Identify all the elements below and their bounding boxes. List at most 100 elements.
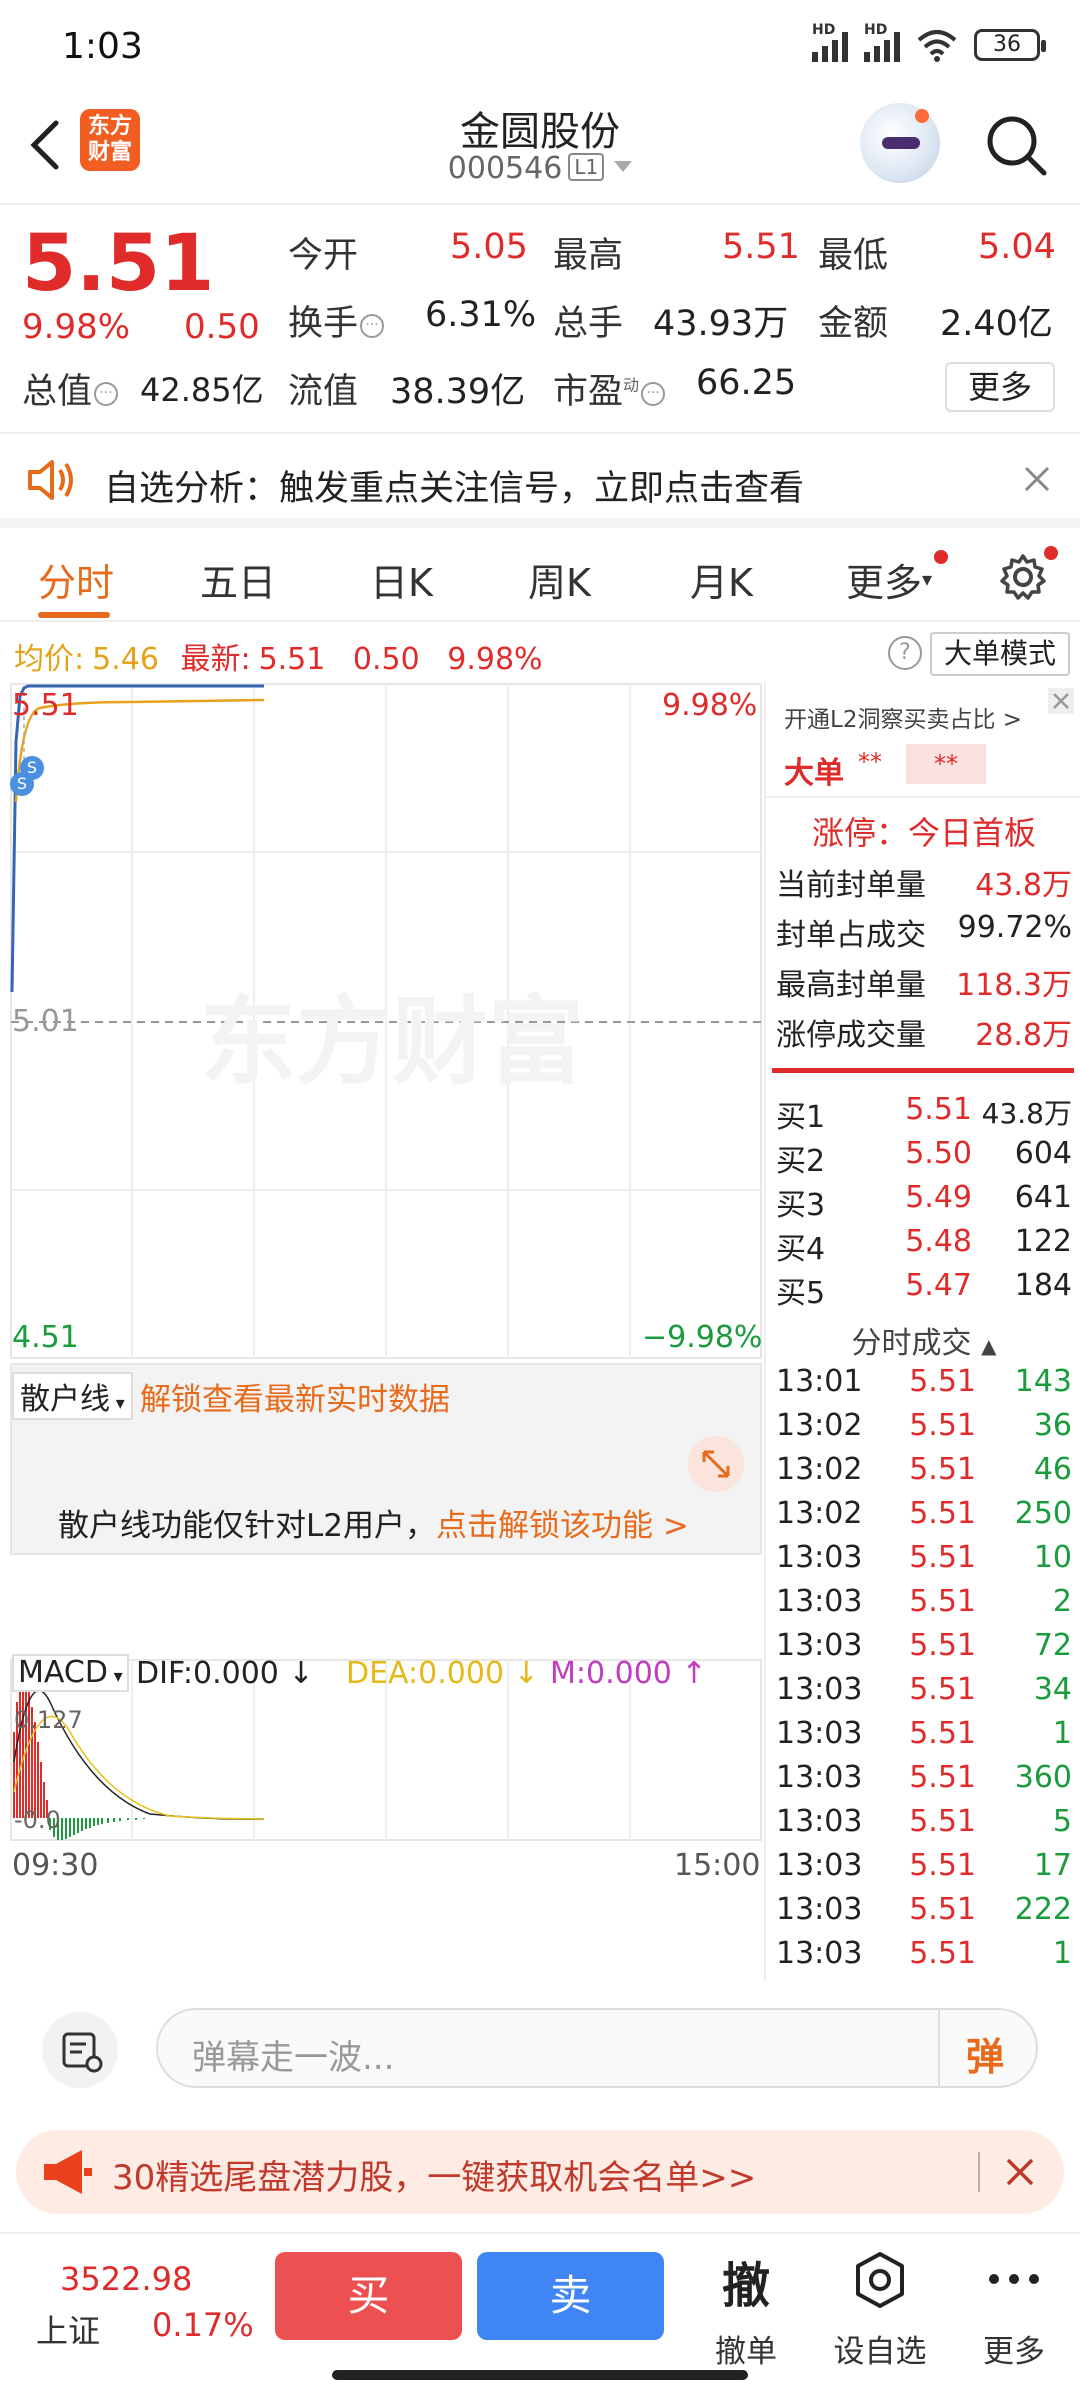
tick-time: 13:03 [776, 1848, 863, 1883]
macd-dropdown-label: MACD [18, 1655, 108, 1690]
retail-dropdown-label: 散户线 [20, 1382, 110, 1417]
status-time: 1:03 [62, 26, 143, 67]
tick-volume: 17 [1033, 1848, 1072, 1883]
intraday-chart-area[interactable]: 5.51 9.98% 5.01 4.51 −9.98% 东方财富 S S 散户线… [10, 682, 762, 1982]
tick-time: 13:03 [776, 1892, 863, 1927]
bid-label: 买2 [776, 1144, 826, 1179]
danmu-toggle-icon[interactable]: 弹 [966, 2026, 1004, 2081]
bid-label: 买5 [776, 1276, 826, 1311]
comment-list-icon[interactable] [40, 2010, 120, 2090]
bid-price: 5.48 [905, 1224, 972, 1259]
tick-price: 5.51 [909, 1936, 976, 1971]
more-label[interactable]: 更多 [964, 2326, 1064, 2371]
bid-volume: 184 [1014, 1268, 1072, 1303]
close-icon[interactable] [1048, 688, 1074, 714]
close-icon[interactable] [1022, 464, 1052, 494]
mktcap-label: 总值 ··· [22, 363, 119, 414]
danmu-input[interactable]: 弹幕走一波... 弹 [156, 2008, 1038, 2088]
limit-up-title: 涨停：今日首板 [811, 814, 1036, 852]
tab-five-day[interactable]: 五日 [200, 552, 276, 607]
cancel-order-label[interactable]: 撤单 [696, 2326, 796, 2371]
macd-y-bottom: -0.0 [14, 1806, 61, 1834]
help-icon[interactable]: ? [888, 636, 922, 670]
retail-line-dropdown[interactable]: 散户线 ▾ [12, 1372, 133, 1420]
macd-y-top: 0.127 [14, 1706, 83, 1734]
cancel-order-icon[interactable]: 撤 [696, 2246, 796, 2316]
tick-volume: 34 [1033, 1672, 1072, 1707]
info-dots-icon[interactable]: ··· [94, 382, 119, 406]
tick-time: 13:03 [776, 1716, 863, 1751]
buy-button[interactable]: 买 [275, 2252, 462, 2340]
macd-dropdown[interactable]: MACD ▾ [12, 1654, 129, 1692]
active-tab-indicator [38, 612, 110, 618]
low-value: 5.04 [978, 227, 1056, 267]
latest-value: 5.51 [258, 642, 326, 677]
bid-label: 买4 [776, 1232, 826, 1267]
big-order-stars-2: ** [906, 744, 986, 784]
tick-price: 5.51 [909, 1540, 976, 1575]
hd-label-2: HD [864, 22, 888, 38]
settings-gear-icon[interactable] [998, 552, 1048, 602]
close-icon[interactable] [1004, 2156, 1036, 2188]
open-label: 今开 [288, 236, 359, 276]
expand-icon[interactable] [686, 1434, 746, 1494]
bid-label: 买1 [776, 1100, 826, 1135]
divider [766, 796, 1080, 798]
caret-down-icon: ▾ [922, 567, 933, 591]
tick-price: 5.51 [909, 1760, 976, 1795]
promo-banner[interactable]: 30精选尾盘潜力股，一键获取机会名单>> [16, 2130, 1064, 2214]
tick-volume: 360 [1014, 1760, 1072, 1795]
more-icon[interactable] [984, 2264, 1044, 2294]
sell-signal-icon-2[interactable]: S [20, 756, 44, 780]
pe-value: 66.25 [696, 363, 797, 403]
search-icon[interactable] [982, 111, 1052, 181]
retail-message-text: 散户线功能仅针对L2用户， [58, 1508, 436, 1544]
tick-volume: 1 [1052, 1716, 1072, 1751]
tab-weekly-k[interactable]: 周K [528, 552, 591, 607]
macd-m-text: M:0.000 [550, 1656, 672, 1691]
tab-intraday[interactable]: 分时 [38, 552, 114, 607]
info-dots-icon[interactable]: ··· [641, 382, 666, 406]
info-dots-icon[interactable]: ··· [360, 314, 385, 338]
big-order-mode-button[interactable]: 大单模式 [930, 632, 1070, 676]
tick-time: 13:03 [776, 1628, 863, 1663]
ticks-header[interactable]: 分时成交 ▲ [766, 1318, 1080, 1362]
macd-red-bars [13, 1680, 48, 1818]
float-label: 流值 [288, 372, 359, 412]
stat-value: 118.3万 [956, 968, 1072, 1003]
tab-daily-k[interactable]: 日K [370, 552, 433, 607]
signal-icon-2: HD [864, 22, 900, 62]
notice-banner[interactable]: 自选分析：触发重点关注信号，立即点击查看 [0, 432, 1080, 528]
latest-pct: 9.98% [447, 642, 543, 677]
ticks-title: 分时成交 [851, 1326, 972, 1361]
latest-change: 0.50 [352, 642, 420, 677]
y-axis-top-pct: 9.98% [662, 688, 758, 723]
divider [978, 2152, 980, 2192]
time-axis-end: 15:00 [674, 1848, 761, 1883]
add-watchlist-label[interactable]: 设自选 [820, 2326, 940, 2371]
avg-value: 5.46 [92, 642, 159, 677]
assistant-avatar[interactable] [860, 103, 940, 183]
tick-price: 5.51 [909, 1628, 976, 1663]
tab-more-label: 更多 [846, 561, 923, 605]
megaphone-icon [44, 2150, 92, 2194]
price-info-row: 均价: 5.46 最新: 5.51 0.50 9.98% ? 大单模式 [0, 630, 1080, 678]
tick-price: 5.51 [909, 1892, 976, 1927]
index-value[interactable]: 3522.98 [60, 2260, 192, 2298]
tick-price: 5.51 [909, 1496, 976, 1531]
tick-volume: 250 [1014, 1496, 1072, 1531]
bid-price: 5.49 [905, 1180, 972, 1215]
tab-more[interactable]: 更多▾ [846, 552, 932, 607]
more-button[interactable]: 更多 [945, 362, 1055, 412]
add-watchlist-icon[interactable] [850, 2250, 910, 2310]
retail-unlock-link[interactable]: 点击解锁该功能 > [436, 1508, 689, 1544]
tick-time: 13:02 [776, 1452, 863, 1487]
caret-up-icon: ▲ [981, 1334, 997, 1358]
l2-link[interactable]: 开通L2洞察买卖占比 > [784, 700, 1022, 734]
tick-volume: 143 [1014, 1364, 1072, 1399]
tick-time: 13:01 [776, 1364, 863, 1399]
sell-button[interactable]: 卖 [477, 2252, 664, 2340]
open-value: 5.05 [450, 227, 528, 267]
tab-monthly-k[interactable]: 月K [690, 552, 753, 607]
retail-unlock-title[interactable]: 解锁查看最新实时数据 [140, 1374, 450, 1419]
